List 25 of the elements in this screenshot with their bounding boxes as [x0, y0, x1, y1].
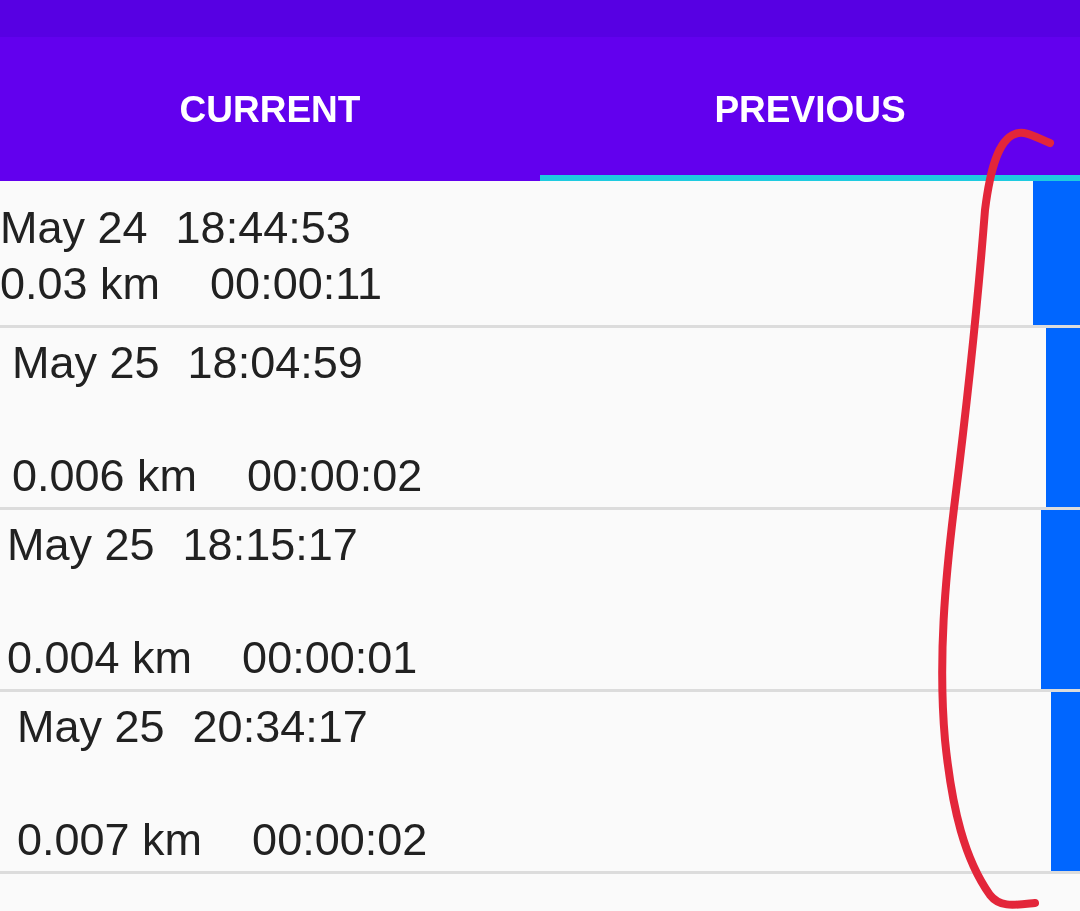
trip-distance: 0.007 km — [17, 813, 203, 867]
trip-row[interactable]: May 25 18:15:17 0.004 km 00:00:01 — [0, 510, 1080, 692]
trip-time: 18:04:59 — [187, 336, 363, 390]
trip-time: 18:44:53 — [175, 201, 351, 255]
swipe-action-button[interactable] — [1051, 692, 1080, 871]
trip-duration: 00:00:01 — [242, 631, 418, 685]
trip-date: May 25 — [7, 518, 155, 572]
trip-row[interactable]: May 24 18:44:53 0.03 km 00:00:11 — [0, 181, 1080, 328]
trip-duration: 00:00:02 — [247, 449, 423, 503]
swipe-action-button[interactable] — [1046, 328, 1080, 507]
tab[interactable]: CURRENT — [0, 37, 540, 181]
trip-duration: 00:00:11 — [210, 257, 382, 311]
trip-time: 18:15:17 — [182, 518, 358, 572]
swipe-action-button[interactable] — [1033, 181, 1080, 325]
trip-row[interactable]: May 25 18:04:59 0.006 km 00:00:02 — [0, 328, 1080, 510]
swipe-action-button[interactable] — [1041, 510, 1080, 689]
trip-date: May 25 — [17, 700, 165, 754]
trip-time: 20:34:17 — [192, 700, 368, 754]
trip-date: May 24 — [0, 201, 148, 255]
trip-row[interactable]: May 25 20:34:17 0.007 km 00:00:02 — [0, 692, 1080, 874]
trip-distance: 0.004 km — [7, 631, 193, 685]
trip-distance: 0.03 km — [0, 257, 161, 311]
trip-distance: 0.006 km — [12, 449, 198, 503]
trip-duration: 00:00:02 — [252, 813, 428, 867]
trip-date: May 25 — [12, 336, 160, 390]
